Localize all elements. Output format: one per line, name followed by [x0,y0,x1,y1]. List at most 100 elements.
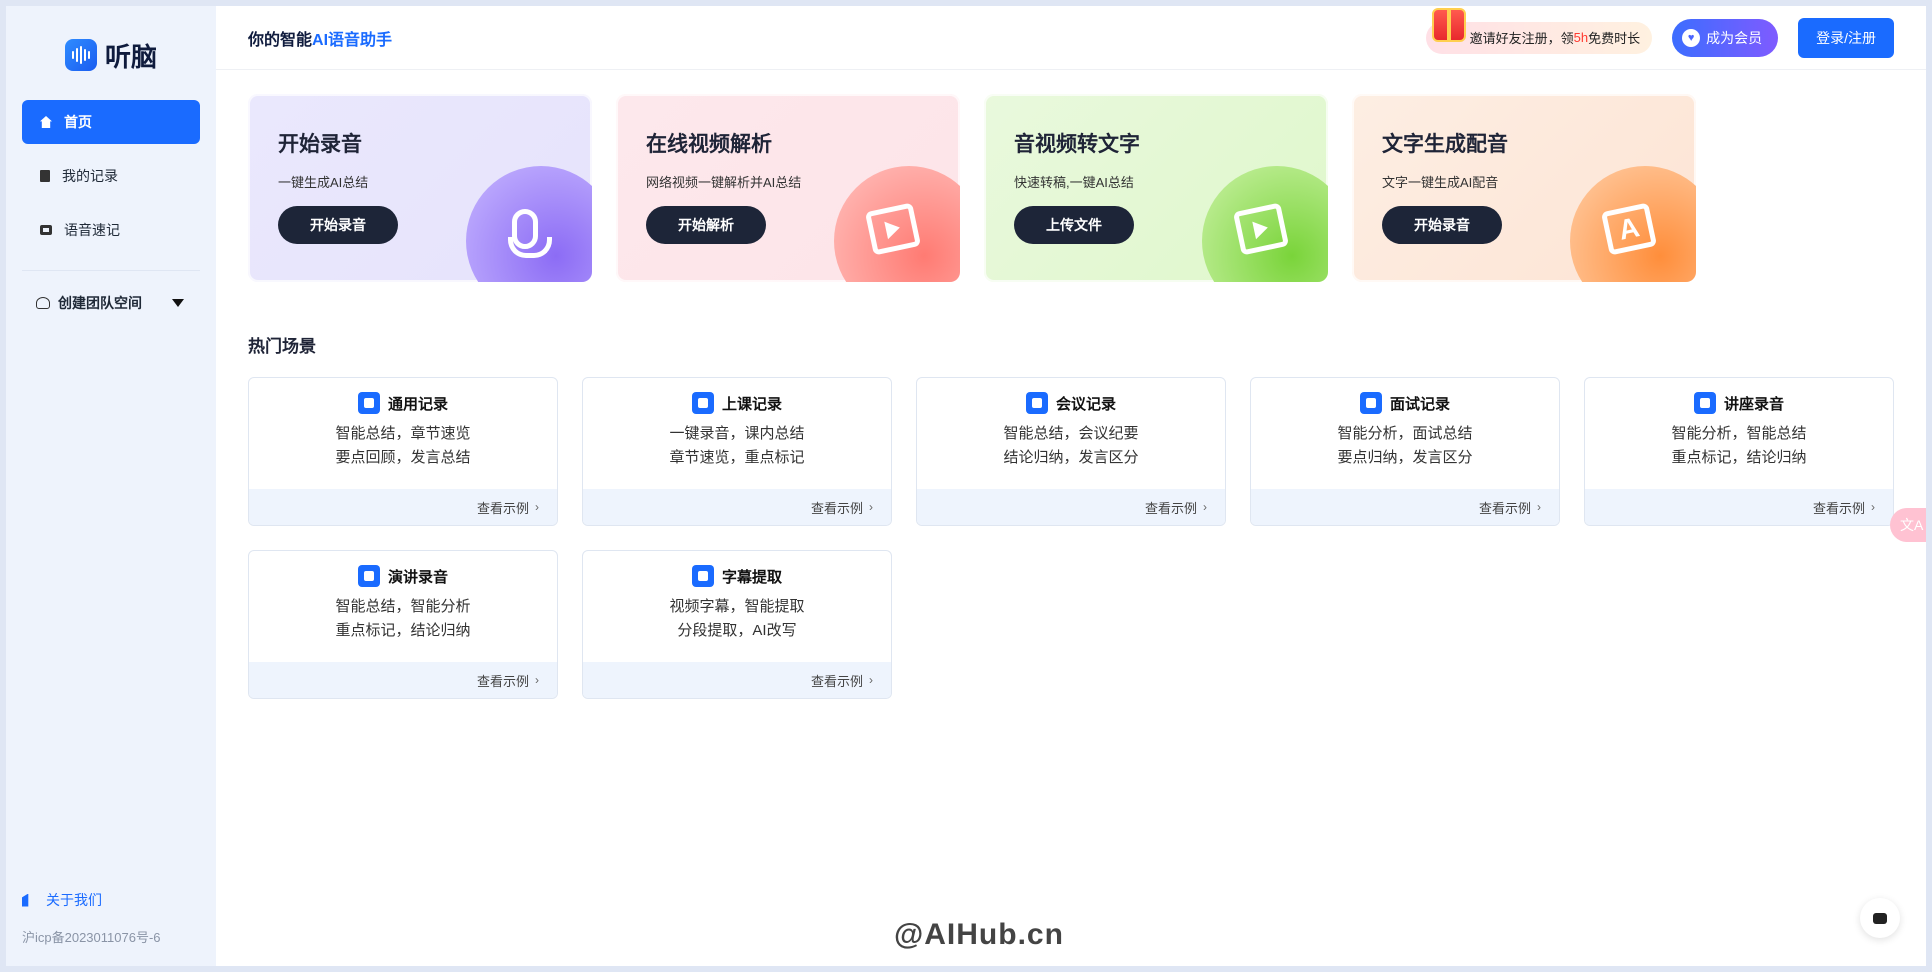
scene-card-lecture[interactable]: 讲座录音 智能分析，智能总结 重点标记，结论归纳 查看示例 › [1584,377,1894,526]
home-icon [40,116,52,128]
app-window: 听脑 首页 我的记录 语音速记 创建团队空间 关于我们 沪icp备2023011… [6,6,1926,966]
scene-line: 智能分析，面试总结 [1337,425,1473,442]
scene-line: 智能分析，智能总结 [1671,425,1807,442]
icp-number[interactable]: 沪icp备2023011076号-6 [22,927,161,946]
scene-title: 演讲录音 [387,568,448,586]
invite-prefix: 邀请好友注册，领 [1469,31,1574,46]
gift-icon [1431,7,1466,42]
scene-line: 一键录音，课内总结 [669,425,805,442]
feature-cards: 开始录音 一键生成AI总结 开始录音 在线视频解析 网络视频一键解析并AI总结 … [216,70,1926,282]
view-example-label: 查看示例 [476,673,529,689]
feature-title: 开始录音 [278,133,362,156]
chevron-right-icon: › [1203,500,1207,514]
scene-title: 上课记录 [721,395,782,413]
feature-card-tts[interactable]: 文字生成配音 文字一键生成AI配音 开始录音 A [1352,94,1696,282]
subtitle-extract-icon [691,565,714,587]
sidebar: 听脑 首页 我的记录 语音速记 创建团队空间 关于我们 沪icp备2023011… [6,6,216,966]
feature-title: 音视频转文字 [1014,133,1140,156]
scene-line: 智能总结，会议纪要 [1003,425,1139,442]
chevron-right-icon: › [1871,500,1875,514]
feature-card-record[interactable]: 开始录音 一键生成AI总结 开始录音 [248,94,592,282]
feature-card-video-parse[interactable]: 在线视频解析 网络视频一键解析并AI总结 开始解析 [616,94,960,282]
view-example-link[interactable]: 查看示例 › [249,489,557,525]
feature-card-transcribe[interactable]: 音视频转文字 快速转稿,一键AI总结 上传文件 [984,94,1328,282]
speech-record-icon [357,565,380,587]
scene-card-meeting[interactable]: 会议记录 智能总结，会议纪要 结论归纳，发言区分 查看示例 › [916,377,1226,526]
scene-card-class[interactable]: 上课记录 一键录音，课内总结 章节速览，重点标记 查看示例 › [582,377,892,526]
view-example-link[interactable]: 查看示例 › [1251,489,1559,525]
meeting-record-icon [1025,392,1048,414]
about-label: 关于我们 [46,892,102,908]
scene-line: 重点标记，结论归纳 [1671,449,1807,466]
invite-highlight: 5h [1573,30,1589,45]
sidebar-item-my-records[interactable]: 我的记录 [22,154,200,198]
about-us-link[interactable]: 关于我们 [22,890,102,910]
scene-title: 讲座录音 [1723,395,1784,413]
scene-grid: 通用记录 智能总结，章节速览 要点回顾，发言总结 查看示例 › 上课记录 一键录音，… [216,377,1926,699]
interview-record-icon [1359,392,1382,414]
scene-line: 智能总结，章节速览 [335,425,471,442]
translate-side-tab[interactable]: 文A [1890,508,1926,542]
sidebar-item-home[interactable]: 首页 [22,100,200,144]
sidebar-item-label: 我的记录 [62,168,118,184]
brain-logo-icon [64,39,97,71]
invite-suffix: 免费时长 [1588,31,1641,46]
building-icon [22,893,29,907]
view-example-link[interactable]: 查看示例 › [249,662,557,698]
scene-title: 字幕提取 [721,568,782,586]
view-example-link[interactable]: 查看示例 › [583,662,891,698]
become-member-button[interactable]: ♥ 成为会员 [1672,18,1779,57]
tagline-highlight: AI语音助手 [312,31,393,49]
login-register-button[interactable]: 登录/注册 [1798,17,1894,58]
chevron-right-icon: › [869,500,873,514]
document-icon [40,170,50,182]
heart-icon: ♥ [1682,28,1701,47]
brand-name: 听脑 [104,41,157,72]
caret-down-icon [172,299,184,307]
scene-title: 会议记录 [1055,395,1116,413]
sidebar-item-label: 首页 [64,114,92,130]
watermark: @AIHub.cn [894,918,1064,951]
sidebar-item-voice-notes[interactable]: 语音速记 [22,208,200,252]
scene-card-general[interactable]: 通用记录 智能总结，章节速览 要点回顾，发言总结 查看示例 › [248,377,558,526]
feature-title: 在线视频解析 [646,133,772,156]
scene-line: 结论归纳，发言区分 [1003,449,1139,466]
scene-line: 重点标记，结论归纳 [335,622,471,639]
chat-icon [1873,912,1887,924]
lecture-record-icon [1693,392,1716,414]
top-bar: 你的智能AI语音助手 邀请好友注册，领 5h 免费时长 ♥ 成为会员 登录/注册 [216,6,1926,70]
invite-banner[interactable]: 邀请好友注册，领 5h 免费时长 [1425,7,1653,54]
view-example-label: 查看示例 [810,673,863,689]
microphone-icon [498,202,552,258]
scene-card-interview[interactable]: 面试记录 智能分析，面试总结 要点归纳，发言区分 查看示例 › [1250,377,1560,526]
scene-line: 分段提取，AI改写 [677,622,797,639]
view-example-label: 查看示例 [810,500,863,516]
scene-line: 要点归纳，发言区分 [1337,449,1473,466]
chevron-right-icon: › [869,673,873,687]
start-recording-button[interactable]: 开始录音 [278,206,398,244]
view-example-link[interactable]: 查看示例 › [917,489,1225,525]
tagline-prefix: 你的智能 [248,31,313,49]
start-recording-button[interactable]: 开始录音 [1382,206,1502,244]
chevron-right-icon: › [535,500,539,514]
create-team-space-dropdown[interactable]: 创建团队空间 [22,283,200,323]
vip-label: 成为会员 [1706,29,1763,46]
chat-support-button[interactable] [1860,898,1900,938]
record-icon [40,225,52,235]
scene-title: 面试记录 [1389,395,1450,413]
class-record-icon [691,392,714,414]
view-example-link[interactable]: 查看示例 › [583,489,891,525]
scene-line: 要点回顾，发言总结 [335,449,471,466]
upload-file-button[interactable]: 上传文件 [1014,206,1134,244]
general-record-icon [357,392,380,414]
scene-card-subtitle[interactable]: 字幕提取 视频字幕，智能提取 分段提取，AI改写 查看示例 › [582,550,892,699]
hot-scenes-title: 热门场景 [248,337,316,356]
view-example-link[interactable]: 查看示例 › [1585,489,1893,525]
view-example-label: 查看示例 [1478,500,1531,516]
scene-card-speech[interactable]: 演讲录音 智能总结，智能分析 重点标记，结论归纳 查看示例 › [248,550,558,699]
view-example-label: 查看示例 [476,500,529,516]
sidebar-item-label: 语音速记 [64,222,120,238]
logo[interactable]: 听脑 [6,26,216,84]
start-parse-button[interactable]: 开始解析 [646,206,766,244]
sidebar-divider [22,270,200,271]
